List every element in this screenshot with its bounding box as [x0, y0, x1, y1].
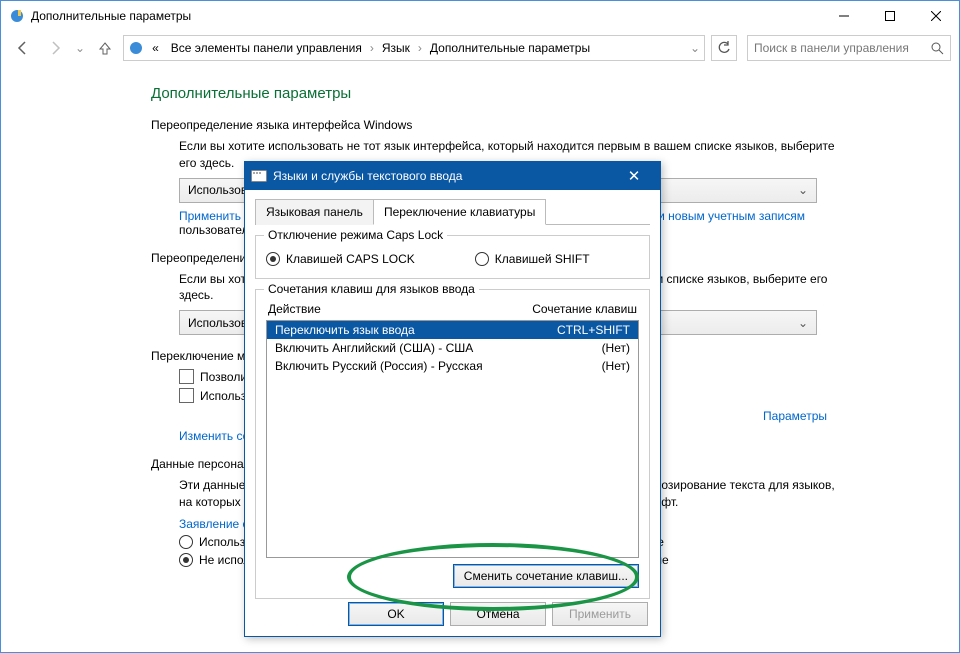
breadcrumb-all[interactable]: Все элементы панели управления: [167, 39, 366, 57]
keys: (Нет): [602, 341, 630, 355]
checkbox-icon: [179, 369, 194, 384]
action: Включить Английский (США) - США: [275, 341, 473, 355]
minimize-button[interactable]: [821, 1, 867, 31]
capslock-group: Отключение режима Caps Lock Клавишей CAP…: [255, 235, 650, 279]
apply-button[interactable]: Применить: [552, 602, 648, 626]
list-item[interactable]: Переключить язык ввода CTRL+SHIFT: [267, 321, 638, 339]
window-title: Дополнительные параметры: [31, 9, 191, 23]
action: Включить Русский (Россия) - Русская: [275, 359, 483, 373]
cancel-button[interactable]: Отмена: [450, 602, 546, 626]
app-icon: [9, 8, 25, 24]
list-item[interactable]: Включить Русский (Россия) - Русская (Нет): [267, 357, 638, 375]
checkbox-icon: [179, 388, 194, 403]
radio-shift[interactable]: Клавишей SHIFT: [475, 252, 590, 266]
search-icon: [931, 42, 944, 55]
text-services-dialog: Языки и службы текстового ввода ✕ Языков…: [244, 161, 661, 637]
titlebar: Дополнительные параметры: [1, 1, 959, 31]
forward-button[interactable]: [41, 34, 69, 62]
back-button[interactable]: [9, 34, 37, 62]
keys: CTRL+SHIFT: [557, 323, 630, 337]
app-icon: [128, 40, 144, 56]
search-input[interactable]: Поиск в панели управления: [747, 35, 951, 61]
radio-icon: [266, 252, 280, 266]
group-legend: Сочетания клавиш для языков ввода: [264, 282, 479, 296]
radio-label: Клавишей SHIFT: [495, 252, 590, 266]
tab-language-bar[interactable]: Языковая панель: [255, 199, 374, 225]
close-button[interactable]: [913, 1, 959, 31]
radio-capslock[interactable]: Клавишей CAPS LOCK: [266, 252, 415, 266]
radio-icon: [179, 553, 193, 567]
hotkey-list[interactable]: Переключить язык ввода CTRL+SHIFT Включит…: [266, 320, 639, 558]
radio-label: Клавишей CAPS LOCK: [286, 252, 415, 266]
section-override-ui-lang: Переопределение языка интерфейса Windows: [151, 118, 959, 132]
up-button[interactable]: [91, 34, 119, 62]
breadcrumb-adv[interactable]: Дополнительные параметры: [426, 39, 594, 57]
group-legend: Отключение режима Caps Lock: [264, 228, 447, 242]
chevron-down-icon[interactable]: ⌄: [690, 41, 700, 55]
dialog-titlebar: Языки и службы текстового ввода ✕: [245, 162, 660, 190]
breadcrumb-prefix: «: [148, 39, 163, 57]
nav-row: ⌄ « Все элементы панели управления › Язы…: [1, 31, 959, 65]
maximize-button[interactable]: [867, 1, 913, 31]
action: Переключить язык ввода: [275, 323, 415, 337]
radio-icon: [475, 252, 489, 266]
col-action: Действие: [268, 302, 321, 316]
col-keys: Сочетание клавиш: [532, 302, 637, 316]
control-panel-window: Дополнительные параметры ⌄ « Все элемент…: [0, 0, 960, 653]
chevron-right-icon: ›: [370, 41, 374, 55]
search-placeholder: Поиск в панели управления: [754, 41, 909, 55]
refresh-button[interactable]: [711, 35, 737, 61]
keys: (Нет): [602, 359, 630, 373]
dialog-close-button[interactable]: ✕: [614, 162, 654, 190]
history-dropdown[interactable]: ⌄: [75, 41, 85, 55]
radio-icon: [179, 535, 193, 549]
keyboard-icon: [251, 170, 267, 182]
dialog-title: Языки и службы текстового ввода: [273, 169, 462, 183]
hotkeys-group: Сочетания клавиш для языков ввода Действ…: [255, 289, 650, 599]
breadcrumb-lang[interactable]: Язык: [378, 39, 414, 57]
params-link[interactable]: Параметры: [763, 409, 827, 423]
chevron-down-icon: ⌄: [798, 316, 808, 330]
chevron-right-icon: ›: [418, 41, 422, 55]
page-title: Дополнительные параметры: [151, 85, 959, 102]
change-hotkey-button[interactable]: Сменить сочетание клавиш...: [453, 564, 639, 588]
address-bar[interactable]: « Все элементы панели управления › Язык …: [123, 35, 705, 61]
chevron-down-icon: ⌄: [798, 183, 808, 197]
ok-button[interactable]: OK: [348, 602, 444, 626]
dialog-tabs: Языковая панель Переключение клавиатуры: [255, 198, 650, 225]
dialog-footer: OK Отмена Применить: [348, 602, 648, 626]
tab-keyboard-switch[interactable]: Переключение клавиатуры: [373, 199, 546, 225]
list-item[interactable]: Включить Английский (США) - США (Нет): [267, 339, 638, 357]
